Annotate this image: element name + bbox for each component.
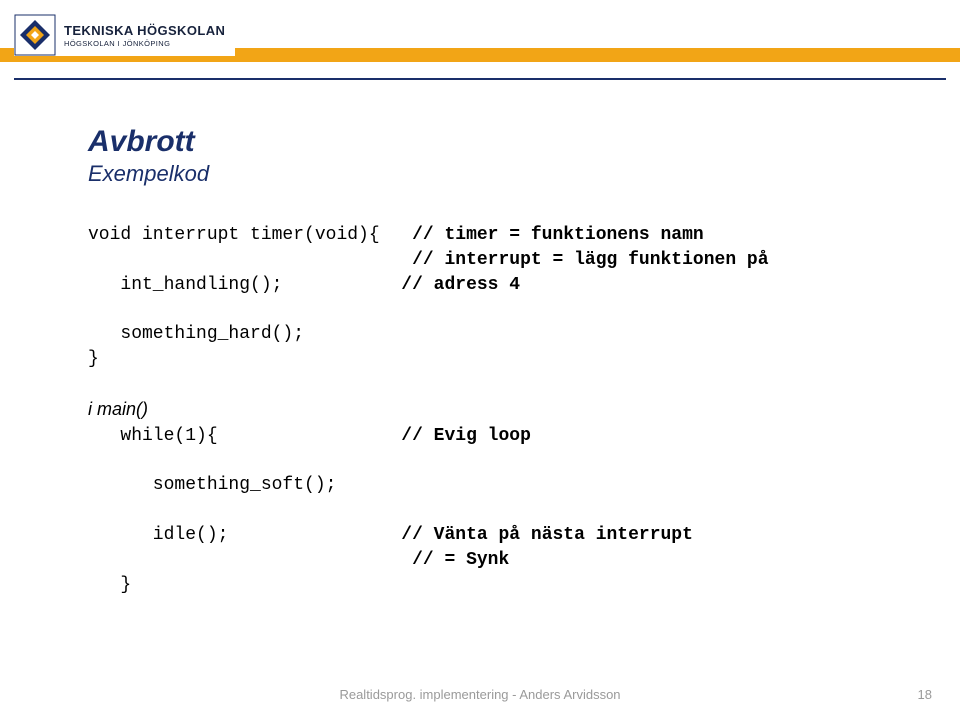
logo: TEKNISKA HÖGSKOLAN HÖGSKOLAN I JÖNKÖPING [14,14,235,56]
code-c9: // Evig loop [401,426,531,446]
code-l9: while(1){ [88,426,218,446]
code-l5: something_hard(); [88,324,304,344]
slide-content: Avbrott Exempelkod void interrupt timer(… [88,125,900,597]
footer-text: Realtidsprog. implementering - Anders Ar… [0,687,960,702]
code-c3: // adress 4 [401,275,520,295]
code-l1: void interrupt timer(void){ [88,225,380,245]
code-c14: // = Synk [412,550,509,570]
code-l11: something_soft(); [88,475,336,495]
slide-subtitle: Exempelkod [88,161,900,187]
code-l8: i main() [88,399,148,419]
slide-title: Avbrott [88,125,900,159]
code-c1: // timer = funktionens namn [412,225,704,245]
logo-icon [14,14,56,56]
code-c13: // Vänta på nästa interrupt [401,525,693,545]
code-l15: } [88,575,131,595]
code-l13: idle(); [88,525,228,545]
divider [14,78,946,80]
code-c2: // interrupt = lägg funktionen på [412,250,768,270]
logo-text-bottom: HÖGSKOLAN I JÖNKÖPING [64,39,225,48]
code-l6: } [88,349,99,369]
logo-text-top: TEKNISKA HÖGSKOLAN [64,23,225,38]
code-l3: int_handling(); [88,275,282,295]
code-block: void interrupt timer(void){ // timer = f… [88,223,900,597]
page-number: 18 [918,687,932,702]
